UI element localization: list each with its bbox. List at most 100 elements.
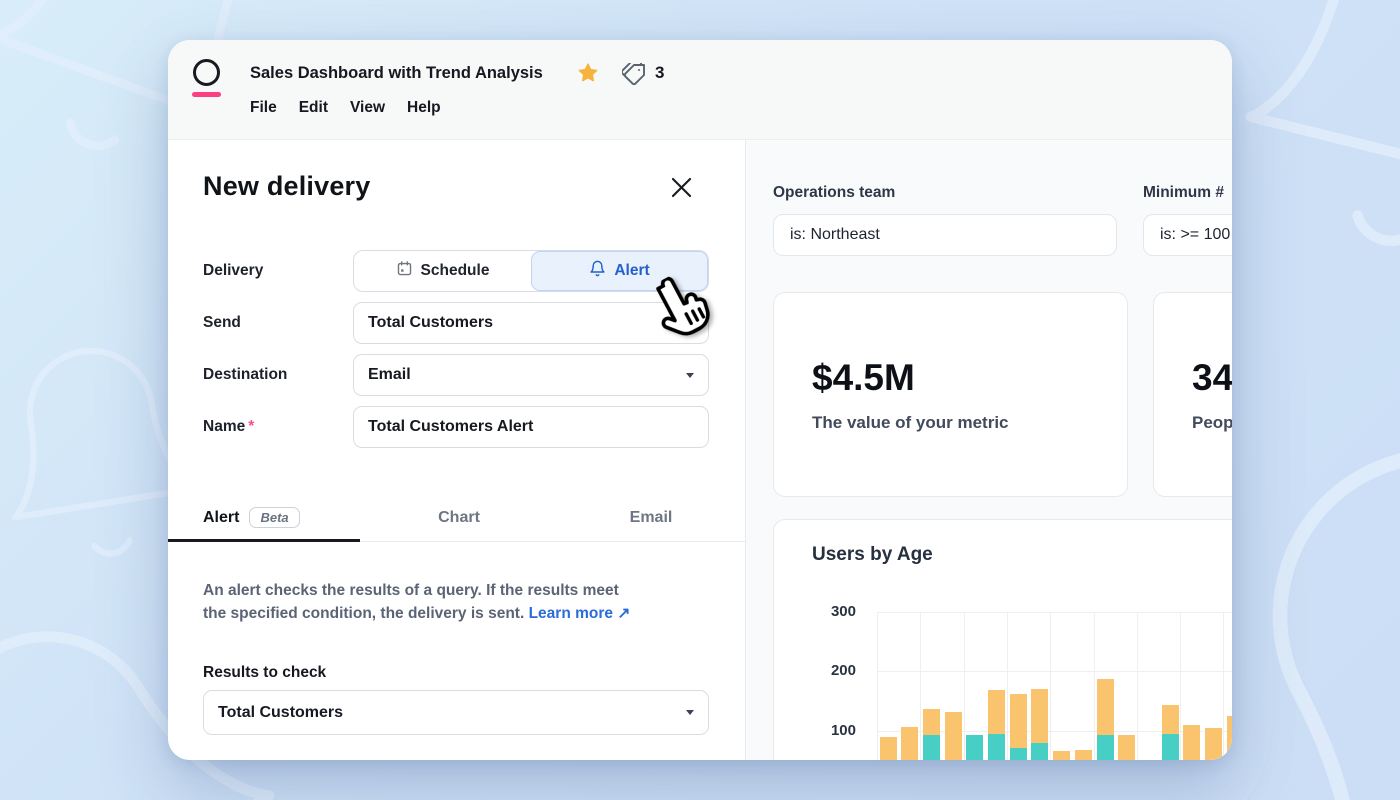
destination-value: Email <box>368 366 411 384</box>
external-arrow-icon: ↗ <box>617 605 630 622</box>
gridline <box>1094 612 1095 760</box>
filter-minimum-label: Minimum # <box>1143 184 1224 202</box>
active-tab-underline <box>168 539 360 542</box>
menu-help[interactable]: Help <box>407 99 441 117</box>
chart-title: Users by Age <box>812 544 933 566</box>
delivery-label: Delivery <box>203 250 348 292</box>
destination-label: Destination <box>203 354 348 396</box>
tags-icon[interactable] <box>622 63 646 92</box>
app-logo-icon[interactable] <box>193 59 220 86</box>
results-to-check-value: Total Customers <box>218 704 343 722</box>
learn-more-link[interactable]: Learn more ↗ <box>529 605 631 622</box>
gridline <box>877 671 1232 672</box>
chart-y-axis: 300200100 <box>788 612 856 760</box>
schedule-button-label: Schedule <box>421 262 490 280</box>
chart-plot <box>877 612 1232 760</box>
app-window: Sales Dashboard with Trend Analysis 3 Fi… <box>168 40 1232 760</box>
bar-segment-orange <box>945 712 962 760</box>
results-to-check-label: Results to check <box>203 664 326 682</box>
panel-title: New delivery <box>203 171 371 202</box>
bar-segment-teal <box>1227 751 1232 760</box>
beta-badge: Beta <box>249 507 299 528</box>
tab-chart[interactable]: Chart <box>404 509 514 527</box>
destination-select[interactable]: Email <box>353 354 709 396</box>
metric-value: 34 <box>1192 357 1232 399</box>
tab-alert-label: Alert <box>203 509 239 527</box>
y-tick-label: 300 <box>796 603 856 620</box>
metric-card: 34 Peop <box>1153 292 1232 497</box>
gridline <box>877 612 1232 613</box>
bar-segment-orange <box>1075 750 1092 760</box>
filter-minimum-input[interactable]: is: >= 100 <box>1143 214 1232 256</box>
schedule-button[interactable]: Schedule <box>354 251 531 291</box>
menu-file[interactable]: File <box>250 99 277 117</box>
bar-segment-teal <box>923 735 940 760</box>
close-icon[interactable] <box>671 177 695 201</box>
chart-card: Users by Age 300 200 100 <box>773 519 1232 760</box>
bar-segment-orange <box>1205 728 1222 760</box>
gridline <box>920 612 921 760</box>
send-label: Send <box>203 302 348 344</box>
bar-segment-teal <box>1010 748 1027 760</box>
bar-segment-orange <box>901 727 918 760</box>
results-to-check-select[interactable]: Total Customers <box>203 690 709 735</box>
chevron-down-icon <box>686 373 694 378</box>
alert-description: An alert checks the results of a query. … <box>203 580 713 625</box>
gridline <box>1050 612 1051 760</box>
bar-segment-orange <box>1227 716 1232 750</box>
tab-alert[interactable]: Alert Beta <box>203 507 300 528</box>
chevron-down-icon <box>686 710 694 715</box>
alert-button-label: Alert <box>614 262 649 280</box>
menu-view[interactable]: View <box>350 99 385 117</box>
gridline <box>1223 612 1224 760</box>
name-value: Total Customers Alert <box>368 418 533 436</box>
bar-segment-orange <box>988 690 1005 735</box>
metric-caption: The value of your metric <box>812 413 1009 433</box>
gridline <box>964 612 965 760</box>
calendar-icon <box>396 260 413 282</box>
tab-email[interactable]: Email <box>596 509 706 527</box>
y-tick-label: 200 <box>796 662 856 679</box>
bar-segment-orange <box>1183 725 1200 760</box>
filter-operations-team-label: Operations team <box>773 184 895 202</box>
filter-operations-team-value: is: Northeast <box>790 226 880 244</box>
gridline <box>1180 612 1181 760</box>
metric-value: $4.5M <box>812 357 915 399</box>
send-value: Total Customers <box>368 314 493 332</box>
window-header: Sales Dashboard with Trend Analysis 3 Fi… <box>168 40 1232 140</box>
gridline <box>1137 612 1138 760</box>
bar-segment-orange <box>1010 694 1027 748</box>
metric-card: $4.5M The value of your metric <box>773 292 1128 497</box>
bar-segment-orange <box>880 737 897 760</box>
name-label: Name* <box>203 406 348 448</box>
menu-bar: File Edit View Help <box>250 99 441 117</box>
name-input[interactable]: Total Customers Alert <box>353 406 709 448</box>
menu-edit[interactable]: Edit <box>299 99 328 117</box>
bar-segment-teal <box>1097 735 1114 760</box>
bar-segment-orange <box>1031 689 1048 742</box>
bar-segment-orange <box>1162 705 1179 733</box>
bar-segment-orange <box>1053 751 1070 760</box>
favorite-star-icon[interactable] <box>577 62 599 89</box>
bell-icon <box>589 260 606 282</box>
bar-segment-teal <box>1031 743 1048 760</box>
gridline <box>1007 612 1008 760</box>
bar-segment-orange <box>923 709 940 736</box>
bar-segment-orange <box>1118 735 1135 760</box>
dashboard-pane: Operations team is: Northeast Minimum # … <box>746 140 1232 760</box>
bar-segment-teal <box>966 735 983 760</box>
new-delivery-panel: New delivery Delivery Schedule Alert <box>168 140 745 760</box>
dashboard-title: Sales Dashboard with Trend Analysis <box>250 64 543 83</box>
filter-minimum-value: is: >= 100 <box>1160 226 1230 244</box>
bar-segment-teal <box>1162 734 1179 760</box>
bar-segment-orange <box>1097 679 1114 735</box>
required-asterisk: * <box>248 418 254 435</box>
metric-caption: Peop <box>1192 413 1232 433</box>
bar-segment-teal <box>988 734 1005 760</box>
desktop-background: Sales Dashboard with Trend Analysis 3 Fi… <box>0 0 1400 800</box>
gridline <box>877 612 878 760</box>
y-tick-label: 100 <box>796 722 856 739</box>
app-logo-underline <box>192 92 221 97</box>
tags-count: 3 <box>655 63 664 83</box>
filter-operations-team-input[interactable]: is: Northeast <box>773 214 1117 256</box>
